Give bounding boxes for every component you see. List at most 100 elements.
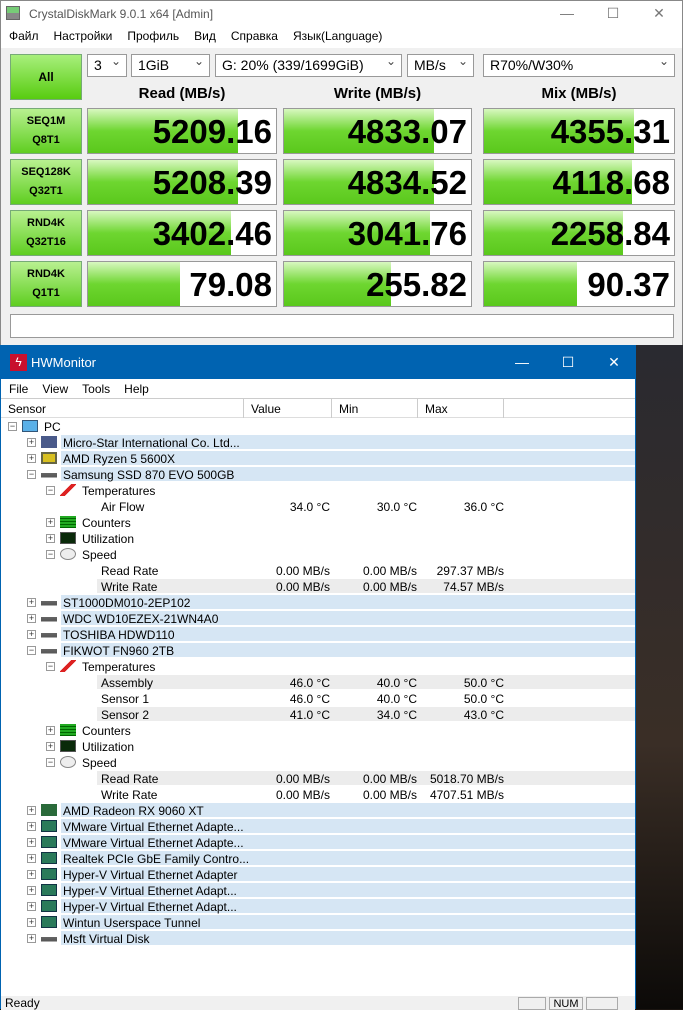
tree-node[interactable]: + Msft Virtual Disk <box>1 930 635 946</box>
size-select[interactable]: 1GiB <box>131 54 210 77</box>
close-button[interactable]: ✕ <box>591 346 637 379</box>
test-name: RND4K <box>27 268 65 280</box>
tree-node[interactable]: + AMD Radeon RX 9060 XT <box>1 802 635 818</box>
sensor-max: 43.0 °C <box>463 708 504 722</box>
write-header: Write (MB/s) <box>333 85 422 102</box>
tree-node[interactable]: + Counters <box>1 722 635 738</box>
expand-toggle[interactable]: + <box>27 918 36 927</box>
maximize-button[interactable]: ☐ <box>545 346 591 379</box>
tree-node[interactable]: + Realtek PCIe GbE Family Contro... <box>1 850 635 866</box>
tree-node[interactable]: − FIKWOT FN960 2TB <box>1 642 635 658</box>
menu-tools[interactable]: Tools <box>74 382 116 396</box>
expand-toggle[interactable]: + <box>27 454 36 463</box>
sensor-row[interactable]: Write Rate 0.00 MB/s 0.00 MB/s 74.57 MB/s <box>1 578 635 594</box>
node-label: PC <box>44 420 61 434</box>
network-icon <box>41 900 57 912</box>
menu-help[interactable]: Help <box>116 382 155 396</box>
menu-file[interactable]: File <box>1 382 34 396</box>
expand-toggle[interactable]: + <box>27 838 36 847</box>
sensor-row[interactable]: Sensor 2 41.0 °C 34.0 °C 43.0 °C <box>1 706 635 722</box>
tree-node[interactable]: + Utilization <box>1 738 635 754</box>
expand-toggle[interactable]: + <box>27 934 36 943</box>
menu-file[interactable]: Файл <box>1 29 46 43</box>
mix-header: Mix (MB/s) <box>541 85 617 102</box>
sensor-value: 41.0 °C <box>289 708 330 722</box>
tree-node[interactable]: + Micro-Star International Co. Ltd... <box>1 434 635 450</box>
tree-node[interactable]: + VMware Virtual Ethernet Adapte... <box>1 834 635 850</box>
tree-node[interactable]: + VMware Virtual Ethernet Adapte... <box>1 818 635 834</box>
sensor-row[interactable]: Air Flow 34.0 °C 30.0 °C 36.0 °C <box>1 498 635 514</box>
test-button[interactable]: RND4K Q1T1 <box>10 261 82 307</box>
menu-help[interactable]: Справка <box>223 29 285 43</box>
collapse-toggle[interactable]: − <box>46 486 55 495</box>
tree-node[interactable]: − PC <box>1 418 635 434</box>
tree-node[interactable]: + Utilization <box>1 530 635 546</box>
tree-node[interactable]: + Hyper-V Virtual Ethernet Adapter <box>1 866 635 882</box>
collapse-toggle[interactable]: − <box>46 550 55 559</box>
column-max[interactable]: Max <box>418 399 504 418</box>
column-value[interactable]: Value <box>244 399 332 418</box>
expand-toggle[interactable]: + <box>46 742 55 751</box>
expand-toggle[interactable]: + <box>27 854 36 863</box>
tree-node[interactable]: + Wintun Userspace Tunnel <box>1 914 635 930</box>
sensor-row[interactable]: Read Rate 0.00 MB/s 0.00 MB/s 297.37 MB/s <box>1 562 635 578</box>
menu-view[interactable]: Вид <box>186 29 223 43</box>
title-bar: ϟ HWMonitor — ☐ ✕ <box>1 346 635 379</box>
test-params: Q32T1 <box>29 185 63 197</box>
tree-node[interactable]: − Samsung SSD 870 EVO 500GB <box>1 466 635 482</box>
menu-language[interactable]: Язык(Language) <box>285 29 389 43</box>
minimize-button[interactable]: — <box>499 346 545 379</box>
tree-node[interactable]: + Counters <box>1 514 635 530</box>
collapse-toggle[interactable]: − <box>8 422 17 431</box>
expand-toggle[interactable]: + <box>27 806 36 815</box>
tree-node[interactable]: − Temperatures <box>1 482 635 498</box>
mix-select[interactable]: R70%/W30% <box>483 54 675 77</box>
test-button[interactable]: SEQ128K Q32T1 <box>10 159 82 205</box>
collapse-toggle[interactable]: − <box>46 662 55 671</box>
tree-node[interactable]: + WDC WD10EZEX-21WN4A0 <box>1 610 635 626</box>
collapse-toggle[interactable]: − <box>27 470 36 479</box>
collapse-toggle[interactable]: − <box>46 758 55 767</box>
maximize-button[interactable]: ☐ <box>590 1 636 26</box>
tree-node[interactable]: − Speed <box>1 546 635 562</box>
expand-toggle[interactable]: + <box>27 614 36 623</box>
expand-toggle[interactable]: + <box>27 886 36 895</box>
tree-node[interactable]: − Speed <box>1 754 635 770</box>
sensor-row[interactable]: Assembly 46.0 °C 40.0 °C 50.0 °C <box>1 674 635 690</box>
tree-node[interactable]: + ST1000DM010-2EP102 <box>1 594 635 610</box>
expand-toggle[interactable]: + <box>27 630 36 639</box>
column-min[interactable]: Min <box>332 399 418 418</box>
all-button[interactable]: All <box>10 54 82 100</box>
test-button[interactable]: RND4K Q32T16 <box>10 210 82 256</box>
write-result: 3041.76 <box>283 210 472 256</box>
expand-toggle[interactable]: + <box>27 870 36 879</box>
sensor-row[interactable]: Sensor 1 46.0 °C 40.0 °C 50.0 °C <box>1 690 635 706</box>
expand-toggle[interactable]: + <box>27 438 36 447</box>
tree-node[interactable]: + TOSHIBA HDWD110 <box>1 626 635 642</box>
expand-toggle[interactable]: + <box>27 598 36 607</box>
count-select[interactable]: 3 <box>87 54 127 77</box>
menu-view[interactable]: View <box>34 382 74 396</box>
close-button[interactable]: ✕ <box>636 1 682 26</box>
test-button[interactable]: SEQ1M Q8T1 <box>10 108 82 154</box>
tree-node[interactable]: + AMD Ryzen 5 5600X <box>1 450 635 466</box>
unit-select[interactable]: MB/s <box>407 54 474 77</box>
column-sensor[interactable]: Sensor <box>1 399 244 418</box>
expand-toggle[interactable]: + <box>27 902 36 911</box>
mix-value: 4355.31 <box>550 113 670 150</box>
tree-node[interactable]: + Hyper-V Virtual Ethernet Adapt... <box>1 898 635 914</box>
sensor-row[interactable]: Read Rate 0.00 MB/s 0.00 MB/s 5018.70 MB/s <box>1 770 635 786</box>
menu-settings[interactable]: Настройки <box>46 29 120 43</box>
collapse-toggle[interactable]: − <box>27 646 36 655</box>
tree-node[interactable]: − Temperatures <box>1 658 635 674</box>
tree-node[interactable]: + Hyper-V Virtual Ethernet Adapt... <box>1 882 635 898</box>
comment-field[interactable] <box>10 314 674 338</box>
drive-select[interactable]: G: 20% (339/1699GiB) <box>215 54 402 77</box>
expand-toggle[interactable]: + <box>27 822 36 831</box>
minimize-button[interactable]: — <box>544 1 590 26</box>
expand-toggle[interactable]: + <box>46 726 55 735</box>
expand-toggle[interactable]: + <box>46 534 55 543</box>
sensor-row[interactable]: Write Rate 0.00 MB/s 0.00 MB/s 4707.51 MB/s <box>1 786 635 802</box>
menu-profile[interactable]: Профиль <box>119 29 186 43</box>
expand-toggle[interactable]: + <box>46 518 55 527</box>
